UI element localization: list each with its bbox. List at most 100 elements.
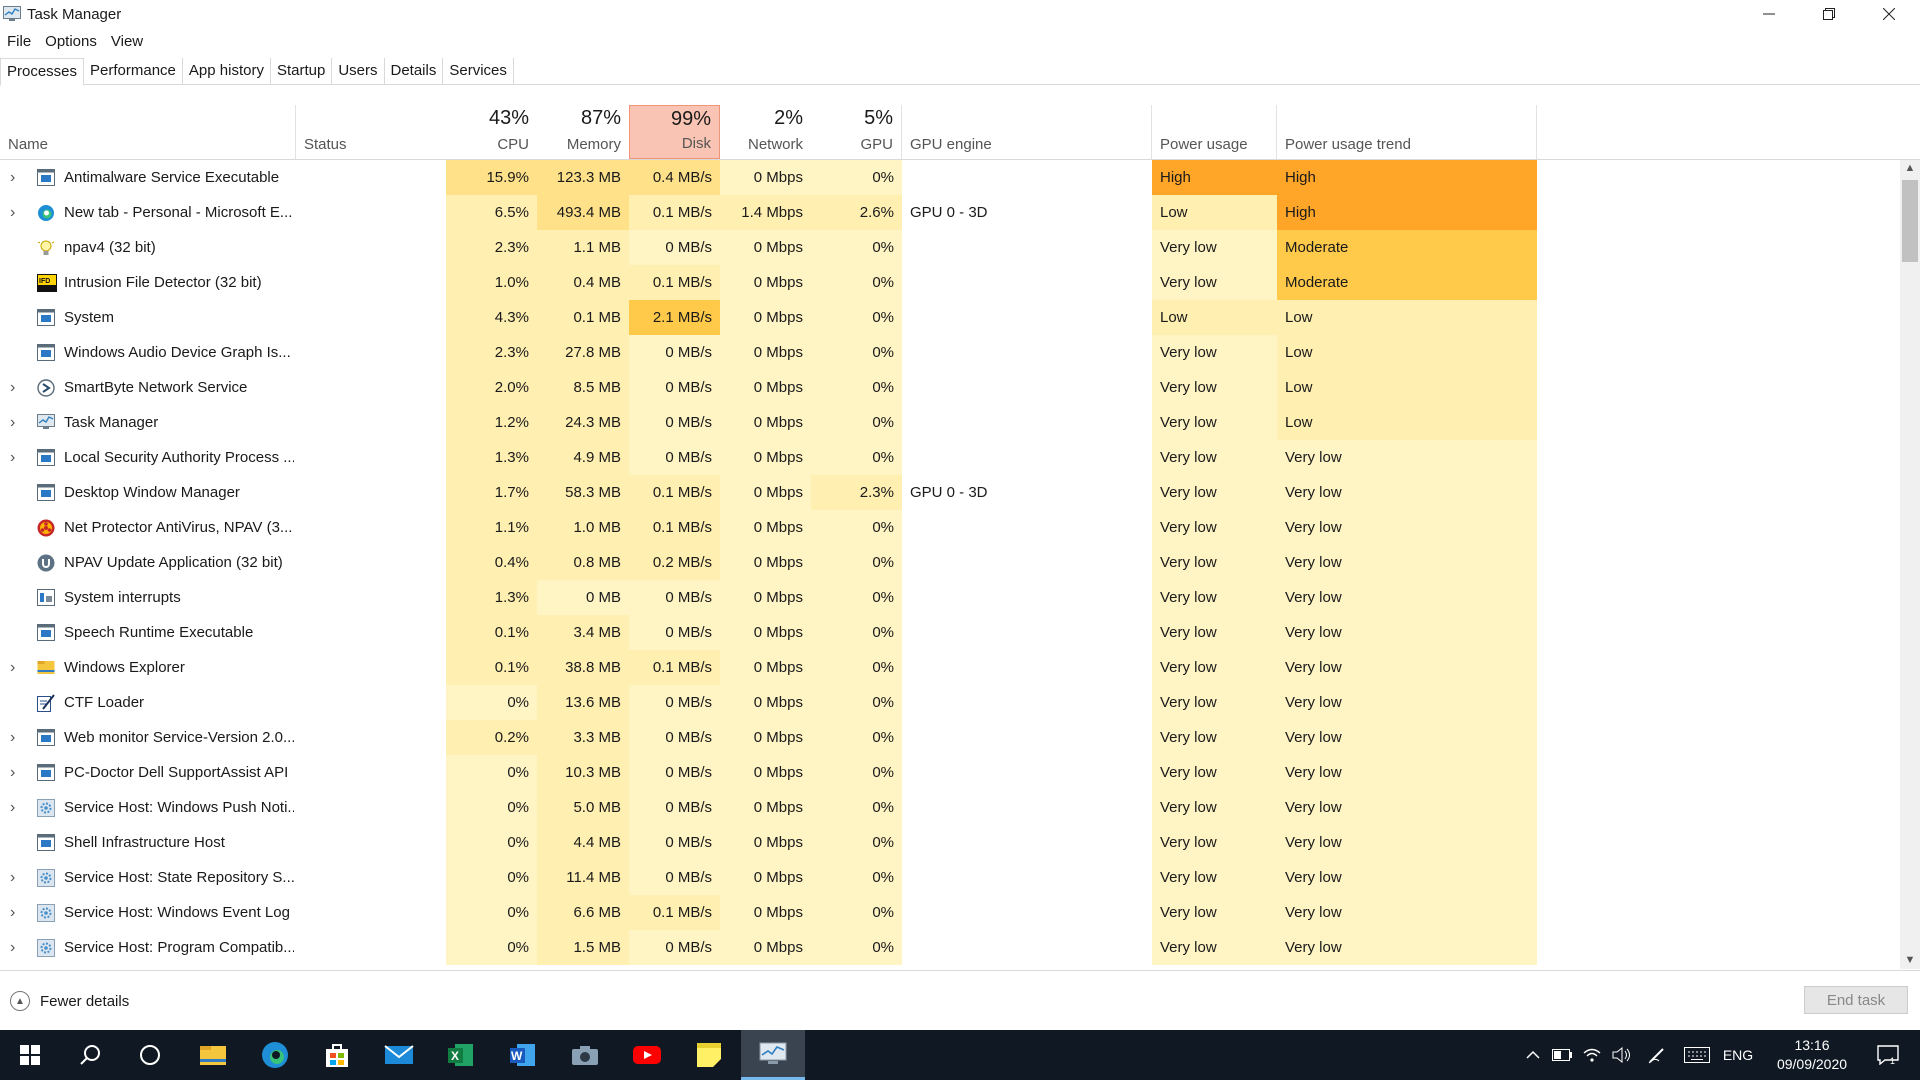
process-row[interactable]: Net Protector AntiVirus, NPAV (3... 1.1% 1…	[0, 510, 1900, 545]
taskbar-sticky-notes[interactable]	[679, 1030, 739, 1080]
process-row[interactable]: › Service Host: Windows Event Log 0% 6.6 MB…	[0, 895, 1900, 930]
close-button[interactable]	[1860, 0, 1918, 28]
taskbar-clock[interactable]: 13:16 09/09/2020	[1772, 1036, 1852, 1074]
process-row[interactable]: › Service Host: Program Compatib... 0% 1.5 …	[0, 930, 1900, 965]
process-row[interactable]: › Service Host: State Repository S... 0% 11…	[0, 860, 1900, 895]
menu-options[interactable]: Options	[38, 32, 104, 52]
action-center-button[interactable]: 1	[1866, 1030, 1910, 1080]
column-gpu[interactable]: 5% GPU	[811, 105, 902, 159]
gpu-cell: 0%	[811, 545, 902, 580]
chevron-right-icon[interactable]: ›	[10, 160, 15, 195]
end-task-button[interactable]: End task	[1804, 986, 1908, 1014]
tray-overflow-button[interactable]	[1520, 1030, 1546, 1080]
minimize-button[interactable]	[1740, 0, 1798, 28]
process-name: Net Protector AntiVirus, NPAV (3...	[64, 519, 293, 536]
column-power-usage[interactable]: Power usage	[1152, 105, 1277, 159]
gpu-engine-cell	[902, 895, 1152, 930]
tray-language[interactable]: ENG	[1718, 1030, 1758, 1080]
restore-button[interactable]	[1800, 0, 1858, 28]
tab-users[interactable]: Users	[332, 58, 385, 84]
process-row[interactable]: › Windows Explorer 0.1% 38.8 MB 0.1 MB/s 0 Mb…	[0, 650, 1900, 685]
taskbar-youtube[interactable]	[617, 1030, 677, 1080]
chevron-right-icon[interactable]: ›	[10, 860, 15, 895]
cpu-cell: 0%	[446, 685, 537, 720]
taskbar-edge[interactable]	[245, 1030, 305, 1080]
tab-startup[interactable]: Startup	[271, 58, 333, 84]
scrollbar-thumb[interactable]	[1902, 180, 1918, 262]
tray-battery[interactable]	[1548, 1030, 1576, 1080]
taskbar-excel[interactable]: X	[431, 1030, 491, 1080]
column-memory[interactable]: 87% Memory	[537, 105, 629, 159]
gpu-engine-cell	[902, 755, 1152, 790]
taskbar-mail[interactable]	[369, 1030, 429, 1080]
scroll-up-arrow-icon[interactable]: ▲	[1900, 160, 1920, 177]
process-row[interactable]: Speech Runtime Executable 0.1% 3.4 MB 0 MB/…	[0, 615, 1900, 650]
process-row[interactable]: › Task Manager 1.2% 24.3 MB 0 MB/s 0 Mbps 0% Ve…	[0, 405, 1900, 440]
process-row[interactable]: › Local Security Authority Process ... 1.3…	[0, 440, 1900, 475]
chevron-right-icon[interactable]: ›	[10, 755, 15, 790]
tab-services[interactable]: Services	[443, 58, 514, 84]
tray-wifi[interactable]	[1578, 1030, 1606, 1080]
process-row[interactable]: Shell Infrastructure Host 0% 4.4 MB 0 MB/s 0…	[0, 825, 1900, 860]
process-row[interactable]: System interrupts 1.3% 0 MB 0 MB/s 0 Mbps 0% V…	[0, 580, 1900, 615]
chevron-right-icon[interactable]: ›	[10, 790, 15, 825]
taskbar-camera[interactable]	[555, 1030, 615, 1080]
process-name: System	[64, 309, 115, 326]
column-cpu[interactable]: 43% CPU	[446, 105, 537, 159]
process-row[interactable]: Desktop Window Manager 1.7% 58.3 MB 0.1 MB/…	[0, 475, 1900, 510]
cpu-cell: 6.5%	[446, 195, 537, 230]
column-network[interactable]: 2% Network	[720, 105, 811, 159]
tray-keyboard[interactable]	[1680, 1030, 1714, 1080]
process-row[interactable]: npav4 (32 bit) 2.3% 1.1 MB 0 MB/s 0 Mbps 0% Ve…	[0, 230, 1900, 265]
menu-file[interactable]: File	[0, 32, 38, 52]
network-cell: 0 Mbps	[720, 755, 811, 790]
tab-performance[interactable]: Performance	[84, 58, 183, 84]
process-row[interactable]: › SmartByte Network Service 2.0% 8.5 MB 0 MB…	[0, 370, 1900, 405]
task-view-button[interactable]	[120, 1030, 180, 1080]
gpu-engine-cell	[902, 930, 1152, 965]
chevron-right-icon[interactable]: ›	[10, 720, 15, 755]
chevron-right-icon[interactable]: ›	[10, 405, 15, 440]
chevron-right-icon[interactable]: ›	[10, 370, 15, 405]
chevron-right-icon[interactable]: ›	[10, 195, 15, 230]
column-disk[interactable]: 99% Disk	[629, 105, 720, 159]
column-gpu-engine[interactable]: GPU engine	[902, 105, 1152, 159]
tray-volume[interactable]	[1608, 1030, 1636, 1080]
network-cell: 0 Mbps	[720, 440, 811, 475]
column-status[interactable]: Status	[296, 105, 446, 159]
menu-view[interactable]: View	[104, 32, 150, 52]
process-row[interactable]: System 4.3% 0.1 MB 2.1 MB/s 0 Mbps 0% Low Low	[0, 300, 1900, 335]
power-usage-cell: Very low	[1152, 790, 1277, 825]
tab-app-history[interactable]: App history	[183, 58, 271, 84]
process-row[interactable]: › New tab - Personal - Microsoft E... 6.5%…	[0, 195, 1900, 230]
file-explorer-icon	[200, 1046, 226, 1065]
process-row[interactable]: › Web monitor Service-Version 2.0... 0.2% 3…	[0, 720, 1900, 755]
taskbar-file-explorer[interactable]	[183, 1030, 243, 1080]
process-row[interactable]: CTF Loader 0% 13.6 MB 0 MB/s 0 Mbps 0% Very lo…	[0, 685, 1900, 720]
process-row[interactable]: IFD Intrusion File Detector (32 bit) 1.0% 0…	[0, 265, 1900, 300]
taskbar-word[interactable]: W	[493, 1030, 553, 1080]
chevron-right-icon[interactable]: ›	[10, 930, 15, 965]
tab-processes[interactable]: Processes	[0, 58, 85, 86]
process-row[interactable]: › Antimalware Service Executable 15.9% 123.…	[0, 160, 1900, 195]
process-row[interactable]: › PC-Doctor Dell SupportAssist API 0% 10.3 …	[0, 755, 1900, 790]
chevron-right-icon[interactable]: ›	[10, 895, 15, 930]
process-row[interactable]: › Service Host: Windows Push Noti... 0% 5.0…	[0, 790, 1900, 825]
fewer-details-button[interactable]: ▲ Fewer details	[10, 991, 129, 1011]
search-button[interactable]	[60, 1030, 120, 1080]
scroll-down-arrow-icon[interactable]: ▼	[1900, 952, 1920, 969]
tab-details[interactable]: Details	[385, 58, 444, 84]
process-row[interactable]: NPAV Update Application (32 bit) 0.4% 0.8 …	[0, 545, 1900, 580]
column-name[interactable]: Name	[0, 105, 296, 159]
column-power-usage-trend[interactable]: Power usage trend	[1277, 105, 1537, 159]
vertical-scrollbar[interactable]: ▲ ▼	[1900, 160, 1920, 969]
process-row[interactable]: Windows Audio Device Graph Is... 2.3% 27.8…	[0, 335, 1900, 370]
svg-text:IFD: IFD	[39, 278, 50, 285]
taskbar-store[interactable]	[307, 1030, 367, 1080]
start-button[interactable]	[0, 1030, 60, 1080]
chevron-right-icon[interactable]: ›	[10, 440, 15, 475]
taskbar-task-manager[interactable]	[741, 1030, 805, 1080]
tray-pen[interactable]	[1642, 1030, 1672, 1080]
gpu-engine-cell	[902, 825, 1152, 860]
chevron-right-icon[interactable]: ›	[10, 650, 15, 685]
